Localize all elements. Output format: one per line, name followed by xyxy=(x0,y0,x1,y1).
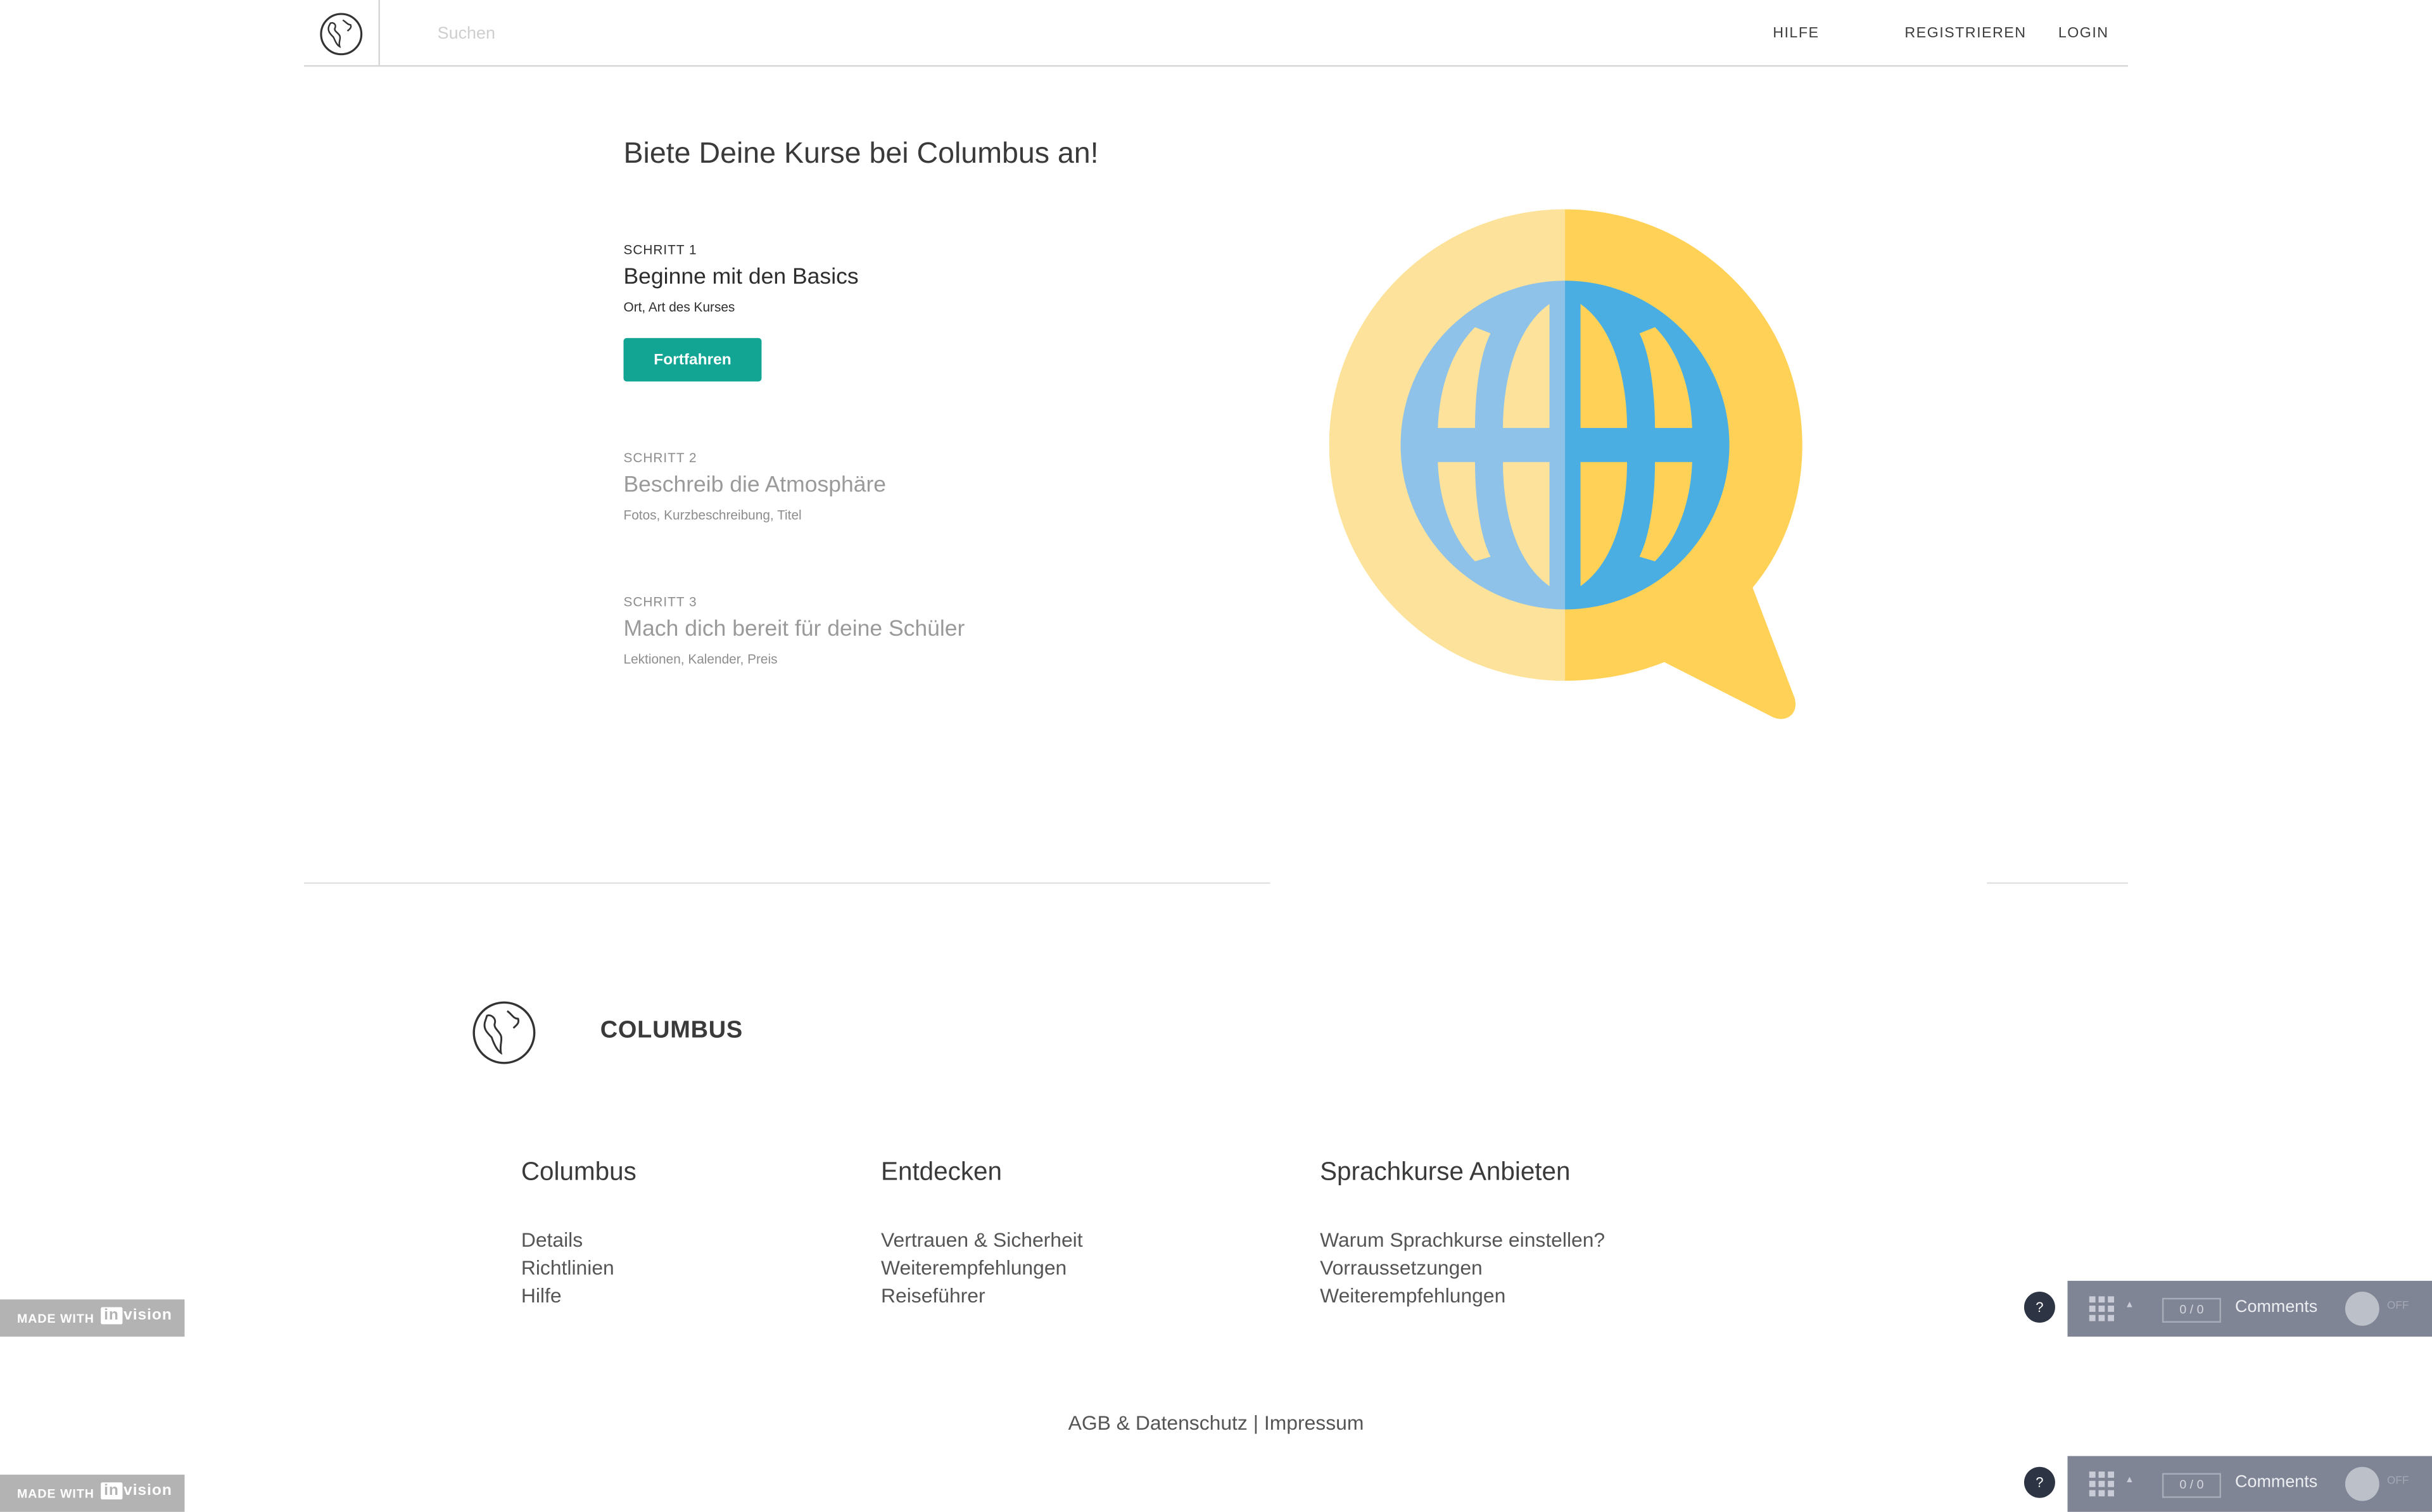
badge-text: MADE WITH xyxy=(16,1487,94,1501)
caret-up-icon: ▲ xyxy=(2125,1476,2134,1486)
invision-logo: in vision xyxy=(101,1482,172,1500)
nav-register-link[interactable]: REGISTRIEREN xyxy=(1904,25,2026,42)
top-nav-bar: HILFE REGISTRIEREN LOGIN xyxy=(304,0,2129,67)
step-label: SCHRITT 2 xyxy=(623,450,697,465)
comment-counter: 0 / 0 xyxy=(2162,1297,2221,1323)
footer-column-heading: Entdecken xyxy=(881,1158,1003,1187)
comments-bar: ▲ 0 / 0 Comments OFF xyxy=(2067,1280,2432,1337)
caret-up-icon: ▲ xyxy=(2125,1301,2134,1311)
step-label: SCHRITT 1 xyxy=(623,242,697,258)
comments-label[interactable]: Comments xyxy=(2235,1473,2317,1492)
step-subtitle: Ort, Art des Kurses xyxy=(623,299,735,315)
comments-bar: ▲ 0 / 0 Comments OFF xyxy=(2067,1456,2432,1512)
globe-logo-icon xyxy=(320,13,363,56)
footer-links-columbus: Details Richtlinien Hilfe xyxy=(521,1226,614,1310)
footer-link[interactable]: Vorraussetzungen xyxy=(1320,1254,1605,1282)
search-input[interactable] xyxy=(437,23,903,46)
continue-button[interactable]: Fortfahren xyxy=(623,337,762,382)
page-title: Biete Deine Kurse bei Columbus an! xyxy=(623,137,1099,171)
step-subtitle: Fotos, Kurzbeschreibung, Titel xyxy=(623,507,802,523)
footer-link[interactable]: Vertrauen & Sicherheit xyxy=(881,1226,1083,1254)
comments-label[interactable]: Comments xyxy=(2235,1298,2317,1316)
footer-link[interactable]: Weiterempfehlungen xyxy=(1320,1282,1605,1310)
step-title: Beschreib die Atmosphäre xyxy=(623,472,887,498)
badge-text: MADE WITH xyxy=(16,1311,94,1326)
logo-home-link[interactable] xyxy=(304,0,381,65)
footer-link[interactable]: Reiseführer xyxy=(881,1282,1083,1310)
help-button[interactable]: ? xyxy=(2024,1292,2055,1323)
invision-badge[interactable]: MADE WITH in vision xyxy=(0,1474,185,1512)
step-title: Mach dich bereit für deine Schüler xyxy=(623,617,965,642)
footer-column-heading: Sprachkurse Anbieten xyxy=(1320,1158,1571,1187)
help-button[interactable]: ? xyxy=(2024,1466,2055,1498)
globe-speech-bubble-icon xyxy=(1329,209,1802,719)
divider xyxy=(1987,882,2129,884)
invision-badge[interactable]: MADE WITH in vision xyxy=(0,1299,185,1337)
imprint-link[interactable]: Impressum xyxy=(1264,1411,1364,1435)
footer-link[interactable]: Hilfe xyxy=(521,1282,614,1310)
step-subtitle: Lektionen, Kalender, Preis xyxy=(623,651,778,667)
step-title: Beginne mit den Basics xyxy=(623,265,859,290)
divider xyxy=(304,882,1270,884)
agb-link[interactable]: AGB & Datenschutz xyxy=(1068,1411,1248,1435)
toggle-state-label: OFF xyxy=(2387,1301,2409,1312)
comments-toggle[interactable] xyxy=(2345,1466,2379,1501)
invision-logo: in vision xyxy=(101,1307,172,1325)
footer-link[interactable]: Details xyxy=(521,1226,614,1254)
footer-link[interactable]: Weiterempfehlungen xyxy=(881,1254,1083,1282)
footer-brand: COLUMBUS xyxy=(600,1017,743,1044)
toggle-state-label: OFF xyxy=(2387,1476,2409,1487)
footer-link[interactable]: Warum Sprachkurse einstellen? xyxy=(1320,1226,1605,1254)
legal-separator: | xyxy=(1253,1411,1259,1435)
grid-menu-icon[interactable] xyxy=(2089,1296,2114,1321)
nav-help-link[interactable]: HILFE xyxy=(1773,25,1819,42)
footer-column-heading: Columbus xyxy=(521,1158,636,1187)
comment-counter: 0 / 0 xyxy=(2162,1473,2221,1498)
footer-links-entdecken: Vertrauen & Sicherheit Weiterempfehlunge… xyxy=(881,1226,1083,1310)
footer-link[interactable]: Richtlinien xyxy=(521,1254,614,1282)
globe-logo-icon xyxy=(472,1001,536,1064)
footer-links-sprachkurse: Warum Sprachkurse einstellen? Vorrausset… xyxy=(1320,1226,1605,1310)
grid-menu-icon[interactable] xyxy=(2089,1471,2114,1497)
step-label: SCHRITT 3 xyxy=(623,593,697,610)
nav-login-link[interactable]: LOGIN xyxy=(2058,25,2109,42)
comments-toggle[interactable] xyxy=(2345,1292,2379,1326)
legal-links: AGB & Datenschutz | Impressum xyxy=(0,1411,2432,1435)
